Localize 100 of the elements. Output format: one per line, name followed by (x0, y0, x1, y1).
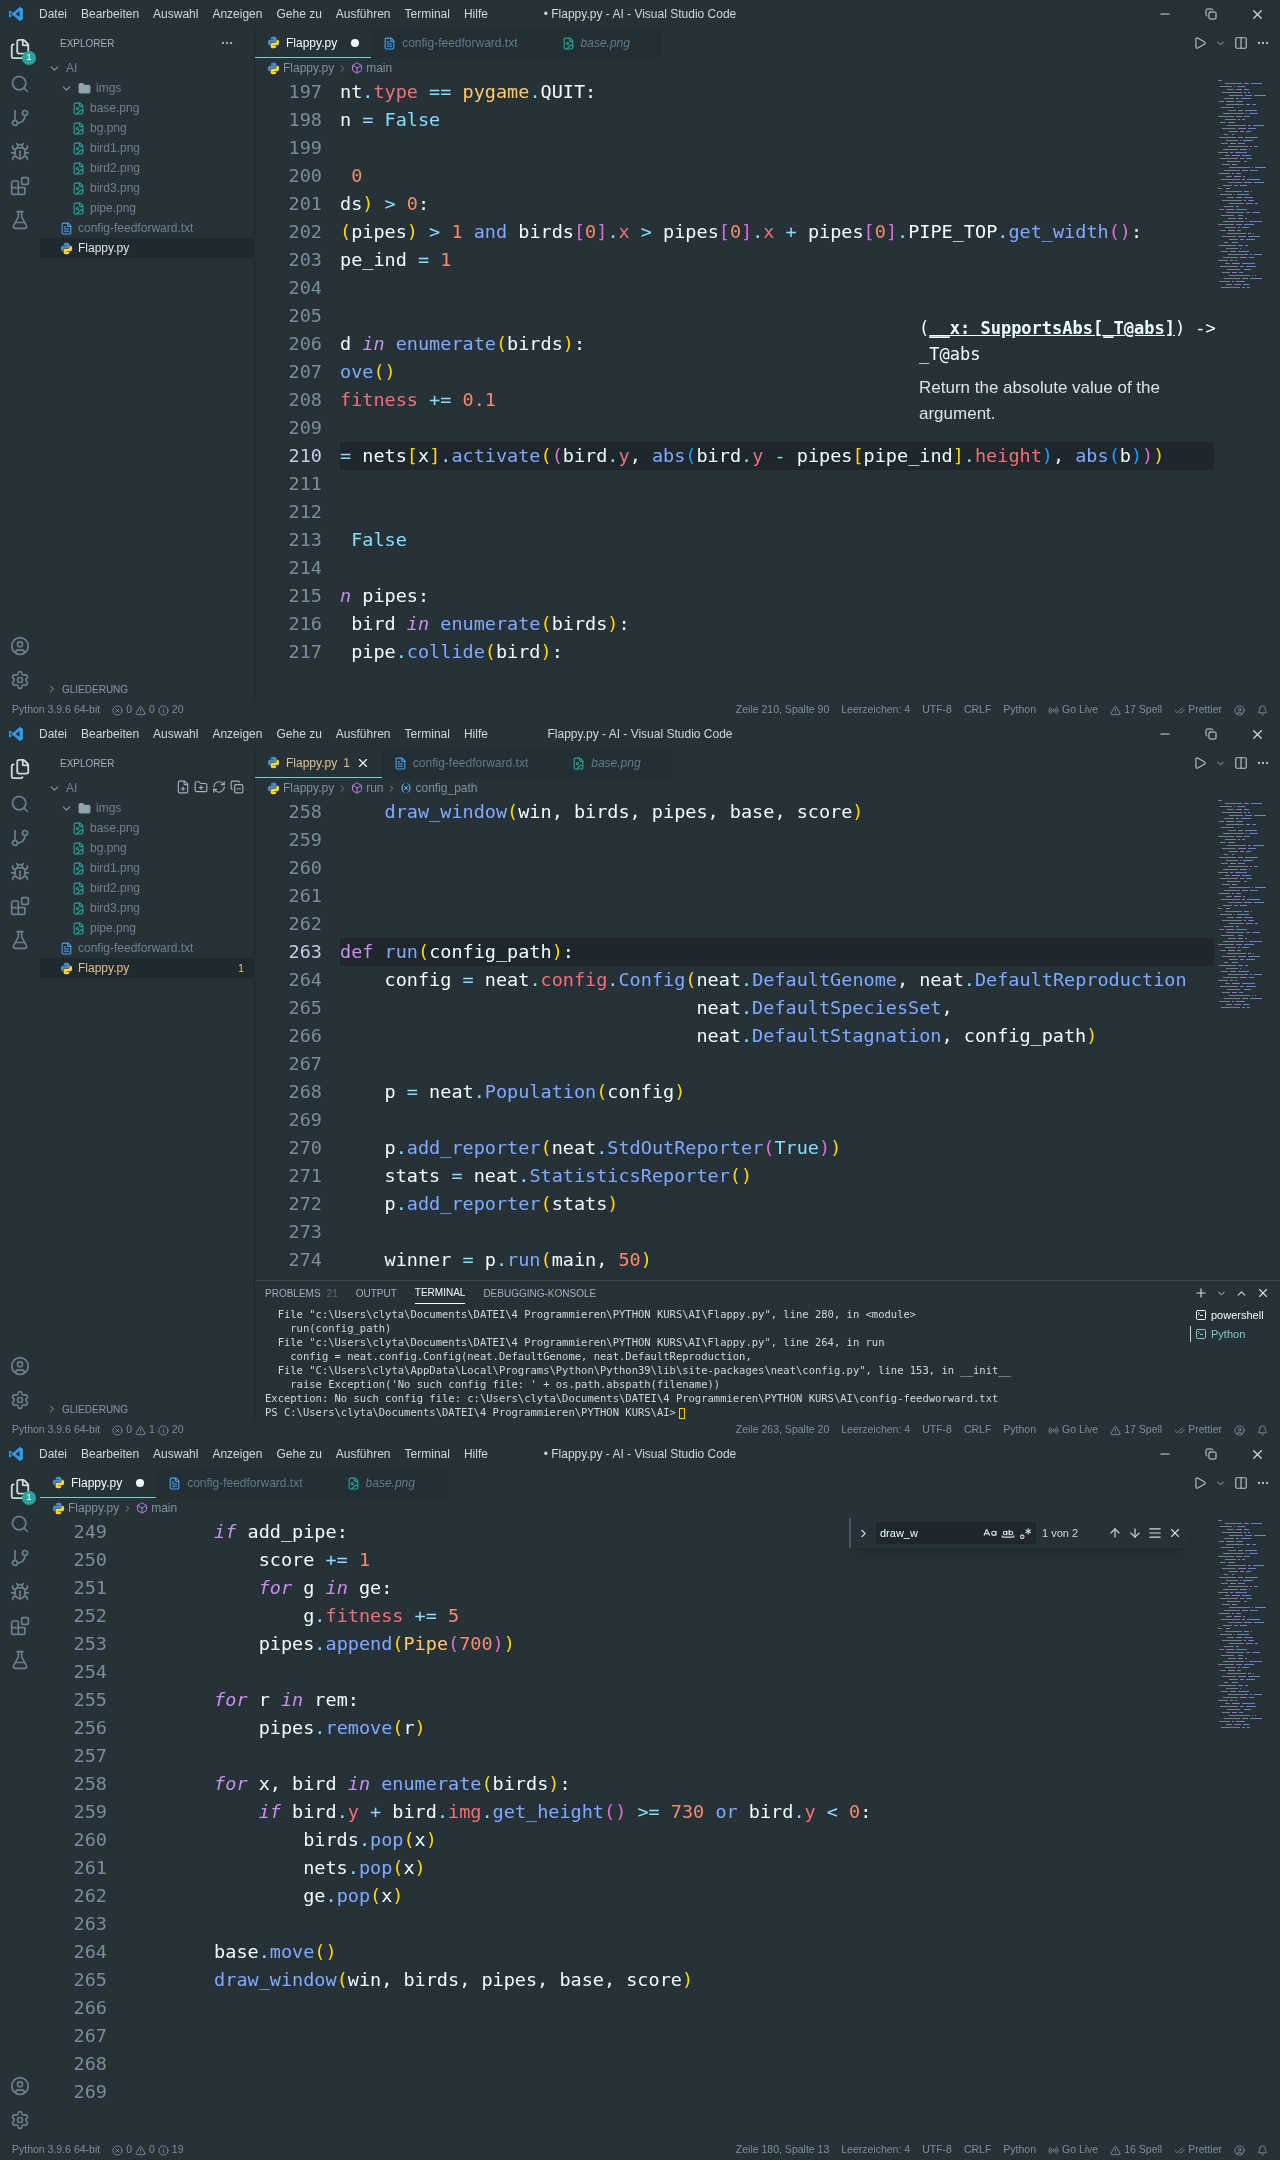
status-item[interactable]: Go Live (1048, 1422, 1099, 1438)
status-item[interactable]: UTF-8 (922, 702, 952, 718)
menu-item[interactable]: Terminal (397, 5, 457, 23)
status-item[interactable]: Zeile 263, Spalte 20 (735, 1422, 830, 1438)
feedback-icon[interactable] (1234, 2144, 1245, 2156)
flask-icon[interactable] (10, 930, 30, 950)
shell-session-item[interactable]: powershell (1190, 1307, 1280, 1324)
panel-tab[interactable]: TERMINAL (414, 1282, 466, 1304)
refresh-icon[interactable] (212, 780, 226, 794)
menu-item[interactable]: Anzeigen (205, 1445, 270, 1463)
extensions-icon[interactable] (10, 1616, 30, 1636)
tree-item[interactable]: pipe.png (40, 198, 254, 218)
menu-item[interactable]: Anzeigen (205, 5, 270, 23)
editor-tab[interactable]: base.png (560, 748, 673, 778)
new-file-icon[interactable] (176, 780, 190, 794)
outline-section-header[interactable]: GLIEDERUNG (40, 1398, 254, 1420)
status-item[interactable]: Zeile 180, Spalte 13 (735, 2142, 830, 2158)
flask-icon[interactable] (10, 1650, 30, 1670)
tree-item[interactable]: base.png (40, 818, 254, 838)
find-input[interactable]: draw_w (880, 1524, 979, 1542)
menu-item[interactable]: Auswahl (146, 725, 206, 743)
menu-item[interactable]: Anzeigen (205, 725, 270, 743)
search-icon[interactable] (10, 1514, 30, 1534)
status-item[interactable]: Leerzeichen: 4 (841, 1422, 911, 1438)
tree-item[interactable]: config-feedforward.txt (40, 218, 254, 238)
settings-icon[interactable] (10, 670, 30, 690)
breadcrumb-item[interactable]: config_path (415, 779, 478, 797)
menu-item[interactable]: Hilfe (456, 5, 495, 23)
run-debug-icon[interactable] (10, 142, 30, 162)
menu-item[interactable]: Datei (32, 5, 74, 23)
shell-session-item[interactable]: Python (1190, 1325, 1280, 1342)
source-control-icon[interactable] (10, 108, 30, 128)
split-editor-icon[interactable] (1234, 1476, 1248, 1490)
tree-item[interactable]: AI (40, 778, 254, 798)
status-item[interactable]: 16 Spell (1110, 2142, 1163, 2158)
restore-icon[interactable] (1205, 8, 1217, 20)
new-terminal-icon[interactable] (1194, 1286, 1208, 1300)
run-icon[interactable] (1193, 756, 1207, 770)
status-item[interactable]: UTF-8 (922, 1422, 952, 1438)
problems-status[interactable]: 0 0 20 (112, 702, 184, 718)
breadcrumb-item[interactable]: Flappy.py (283, 779, 335, 797)
source-control-icon[interactable] (10, 1548, 30, 1568)
new-folder-icon[interactable] (194, 780, 208, 794)
menu-item[interactable]: Datei (32, 725, 74, 743)
tree-item[interactable]: config-feedforward.txt (40, 938, 254, 958)
explorer-icon[interactable] (9, 1478, 31, 1500)
run-icon[interactable] (1193, 36, 1207, 50)
run-icon[interactable] (1193, 1476, 1207, 1490)
menu-item[interactable]: Gehe zu (269, 5, 329, 23)
search-icon[interactable] (10, 794, 30, 814)
close-icon[interactable] (1168, 1526, 1182, 1540)
source-control-icon[interactable] (10, 828, 30, 848)
status-item[interactable]: Python 3.9.6 64-bit (12, 702, 101, 718)
problems-status[interactable]: 0 0 19 (112, 2142, 184, 2158)
tree-item[interactable]: base.png (40, 98, 254, 118)
status-item[interactable]: Prettier (1174, 702, 1222, 718)
menu-item[interactable]: Terminal (397, 1445, 457, 1463)
menu-item[interactable]: Auswahl (146, 5, 206, 23)
explorer-icon[interactable] (9, 758, 31, 780)
breadcrumb-item[interactable]: main (366, 59, 393, 77)
status-item[interactable]: Python 3.9.6 64-bit (12, 2142, 101, 2158)
find-field[interactable]: draw_w (876, 1522, 1036, 1544)
editor-tab[interactable]: config-feedforward.txt (381, 748, 561, 778)
tree-item[interactable]: pipe.png (40, 918, 254, 938)
split-editor-icon[interactable] (1234, 36, 1248, 50)
extensions-icon[interactable] (10, 896, 30, 916)
status-item[interactable]: Go Live (1048, 2142, 1099, 2158)
tree-item[interactable]: imgs (40, 798, 254, 818)
tree-item[interactable]: bird2.png (40, 158, 254, 178)
account-icon[interactable] (10, 1356, 30, 1376)
run-debug-icon[interactable] (10, 1582, 30, 1602)
feedback-icon[interactable] (1234, 704, 1245, 716)
tree-item[interactable]: bird1.png (40, 138, 254, 158)
status-item[interactable]: 17 Spell (1110, 702, 1163, 718)
menu-item[interactable]: Hilfe (456, 1445, 495, 1463)
menu-item[interactable]: Bearbeiten (74, 725, 147, 743)
status-item[interactable]: Python (1003, 1422, 1036, 1438)
run-debug-icon[interactable] (10, 862, 30, 882)
collapse-all-icon[interactable] (230, 780, 244, 794)
menu-item[interactable]: Bearbeiten (74, 1445, 147, 1463)
feedback-icon[interactable] (1234, 1424, 1245, 1436)
problems-status[interactable]: 0 1 20 (112, 1422, 184, 1438)
settings-icon[interactable] (10, 2110, 30, 2130)
editor-tab[interactable]: base.png (334, 1468, 447, 1498)
status-item[interactable]: Python (1003, 2142, 1036, 2158)
menu-item[interactable]: Ausführen (328, 5, 398, 23)
settings-icon[interactable] (10, 1390, 30, 1410)
status-item[interactable]: Python 3.9.6 64-bit (12, 1422, 101, 1438)
tree-item[interactable]: bird3.png (40, 898, 254, 918)
status-item[interactable]: CRLF (963, 702, 992, 718)
status-item[interactable]: Zeile 210, Spalte 90 (735, 702, 830, 718)
restore-icon[interactable] (1205, 1448, 1217, 1460)
regex-icon[interactable] (1019, 1526, 1032, 1540)
tree-item[interactable]: Flappy.py 1 (40, 958, 254, 978)
split-editor-icon[interactable] (1234, 756, 1248, 770)
status-item[interactable]: CRLF (963, 1422, 992, 1438)
status-item[interactable]: Python (1003, 702, 1036, 718)
menu-item[interactable]: Bearbeiten (74, 5, 147, 23)
menu-item[interactable]: Ausführen (328, 725, 398, 743)
panel-tab[interactable]: DEBUGGING-KONSOLE (483, 1282, 597, 1304)
